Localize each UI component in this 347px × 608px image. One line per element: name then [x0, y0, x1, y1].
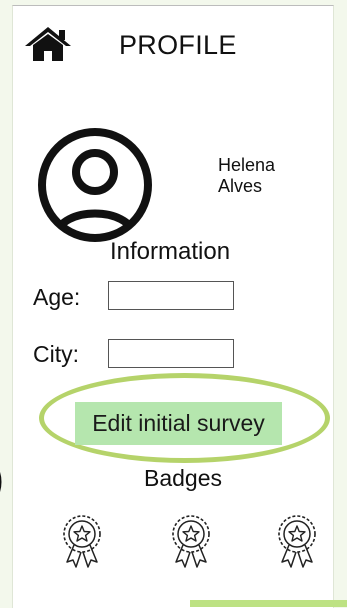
city-label: City: — [33, 341, 79, 367]
user-avatar-icon — [36, 126, 154, 244]
user-last-name: Alves — [218, 176, 263, 196]
edit-survey-button[interactable]: Edit initial survey — [75, 402, 282, 445]
award-badge-icon — [59, 512, 105, 572]
award-badge-icon — [168, 512, 214, 572]
age-field[interactable] — [108, 281, 234, 310]
user-first-name: Helena — [218, 155, 276, 175]
information-heading: Information — [110, 238, 231, 265]
page-title: PROFILE — [119, 30, 237, 60]
award-badge-icon — [274, 512, 320, 572]
badges-heading: Badges — [144, 465, 223, 491]
bottom-strip — [190, 600, 347, 607]
user-name: Helena Alves — [218, 155, 275, 197]
edge-arc-decoration — [0, 458, 4, 506]
city-field[interactable] — [108, 339, 234, 368]
age-label: Age: — [33, 284, 81, 310]
home-icon[interactable] — [22, 25, 74, 63]
